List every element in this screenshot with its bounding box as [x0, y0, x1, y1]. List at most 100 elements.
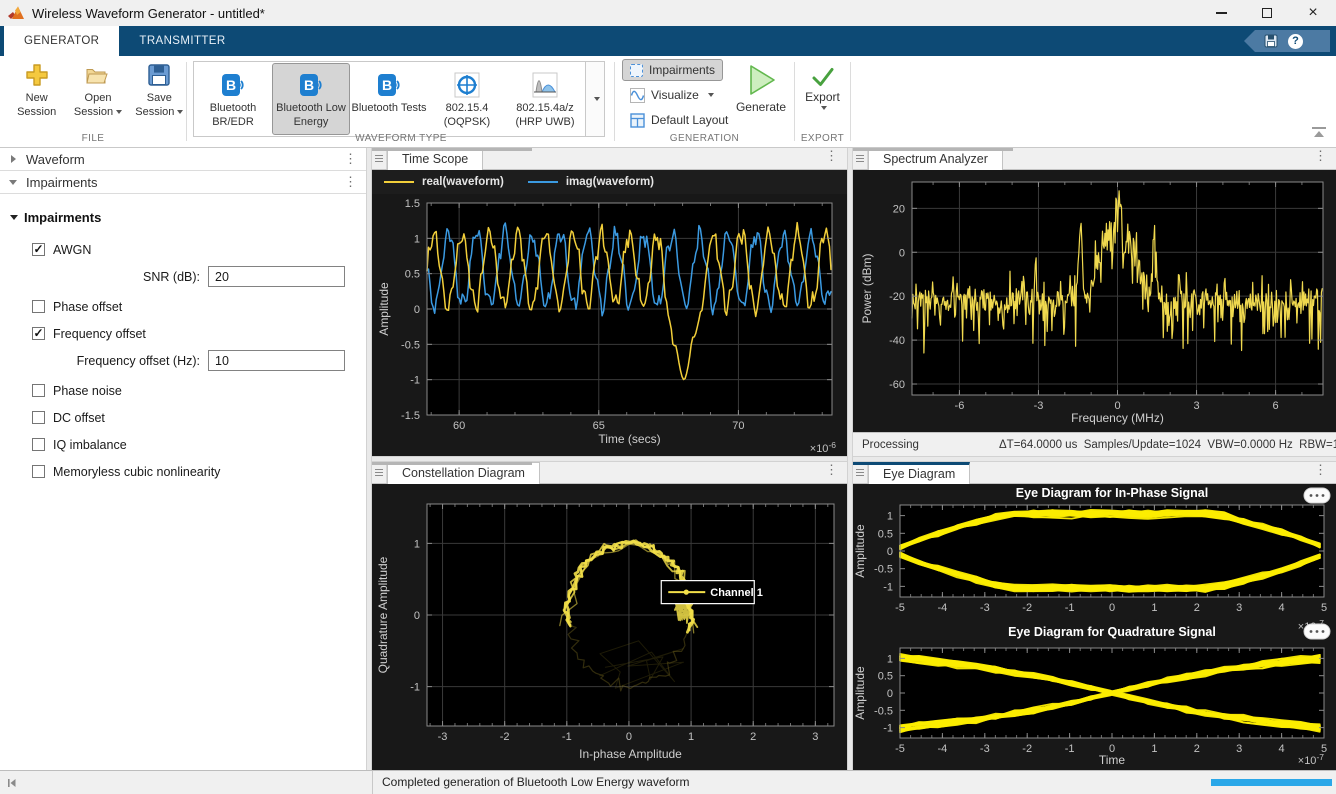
svg-text:5: 5: [1321, 602, 1327, 614]
save-session-label: Save Session: [133, 91, 186, 120]
svg-text:3: 3: [812, 731, 818, 743]
expanded-caret-icon: [9, 180, 17, 185]
waveform-802-15-4az-hrp-uwb[interactable]: 802.15.4a/z (HRP UWB): [506, 63, 584, 135]
title-bar: Wireless Waveform Generator - untitled* …: [0, 0, 1336, 26]
svg-text:-1: -1: [1065, 743, 1075, 755]
eye-diagram-tab[interactable]: Eye Diagram: [868, 462, 970, 484]
phase-offset-checkbox[interactable]: [32, 300, 45, 313]
svg-text:Amplitude: Amplitude: [853, 524, 867, 578]
impairments-group-header[interactable]: Impairments: [10, 210, 366, 225]
ribbon-toolbar: New Session Open Session Save Sessi: [0, 56, 1336, 148]
gallery-dropdown-button[interactable]: [585, 62, 604, 136]
svg-text:-1: -1: [410, 682, 420, 694]
panel-handle[interactable]: [372, 462, 387, 483]
panel-handle[interactable]: [853, 148, 868, 169]
time-scope-menu[interactable]: ⋮: [816, 148, 847, 169]
snr-input[interactable]: [208, 266, 345, 287]
impairments-section-header[interactable]: Impairments ⋮: [0, 171, 366, 194]
settings-panel: Waveform ⋮ Impairments ⋮ Impairments AWG…: [0, 148, 366, 770]
frequency-offset-checkbox[interactable]: [32, 327, 45, 340]
phase-noise-checkbox[interactable]: [32, 384, 45, 397]
collapse-icon: [1312, 127, 1326, 129]
panel-drag-strip[interactable]: [853, 148, 1013, 151]
save-session-button[interactable]: Save Session: [133, 62, 186, 120]
visualize-button[interactable]: Visualize: [622, 84, 722, 106]
panel-drag-strip-active[interactable]: [853, 462, 965, 465]
collapse-toolstrip-button[interactable]: [1312, 127, 1326, 137]
time-scope-tabbar: Time Scope ⋮: [372, 148, 847, 170]
handle-icon: [375, 155, 383, 163]
spectrum-tab[interactable]: Spectrum Analyzer: [868, 148, 1003, 170]
impairments-toggle[interactable]: Impairments: [622, 59, 723, 81]
panel-drag-strip[interactable]: [372, 462, 532, 465]
default-layout-icon: [630, 113, 645, 128]
iq-imbalance-checkbox[interactable]: [32, 438, 45, 451]
svg-text:60: 60: [453, 420, 465, 432]
svg-text:-4: -4: [938, 602, 948, 614]
waveform-section-menu[interactable]: ⋮: [335, 151, 366, 167]
svg-text:1: 1: [414, 233, 420, 245]
time-scope-tab[interactable]: Time Scope: [387, 148, 483, 170]
dc-offset-row: DC offset: [32, 410, 366, 425]
new-session-button[interactable]: New Session: [10, 62, 63, 120]
spectrum-menu[interactable]: ⋮: [1305, 148, 1336, 169]
wireless-waveform-generator-window: Wireless Waveform Generator - untitled* …: [0, 0, 1336, 794]
tab-generator[interactable]: GENERATOR: [4, 26, 119, 56]
constellation-tabbar: Constellation Diagram ⋮: [372, 462, 847, 484]
eye-options-button[interactable]: [1304, 624, 1330, 639]
frequency-offset-input[interactable]: [208, 350, 345, 371]
maximize-button[interactable]: [1244, 0, 1290, 26]
frequency-offset-hz-row: Frequency offset (Hz):: [0, 350, 366, 371]
panel-handle[interactable]: [372, 148, 387, 169]
file-section: New Session Open Session Save Sessi: [0, 56, 186, 147]
open-session-button[interactable]: Open Session: [71, 62, 124, 120]
eye-diagram-panel: Eye Diagram ⋮ -5-4-3-2-1012345-1-0.500.5…: [853, 462, 1336, 770]
waveform-bluetooth-tests[interactable]: B Bluetooth Tests: [350, 63, 428, 135]
close-button[interactable]: ×: [1290, 0, 1336, 26]
svg-text:-1: -1: [883, 581, 893, 593]
legend-swatch-real: [384, 181, 414, 184]
memoryless-checkbox[interactable]: [32, 465, 45, 478]
dc-offset-checkbox[interactable]: [32, 411, 45, 424]
phase-noise-row: Phase noise: [32, 383, 366, 398]
center-column: Time Scope ⋮ real(waveform) imag(wavefor…: [372, 148, 847, 770]
impairments-form: Impairments AWGN SNR (dB): Phase offset …: [0, 210, 366, 479]
svg-text:-1: -1: [410, 375, 420, 387]
svg-text:1.5: 1.5: [405, 198, 420, 210]
quick-save-icon[interactable]: [1264, 34, 1278, 48]
impairments-section-menu[interactable]: ⋮: [335, 174, 366, 190]
eye-diagram-plot: -5-4-3-2-1012345-1-0.500.51Eye Diagram f…: [853, 484, 1336, 770]
waveform-bluetooth-low-energy[interactable]: B Bluetooth Low Energy: [272, 63, 350, 135]
save-session-icon: [146, 62, 172, 88]
constellation-tab[interactable]: Constellation Diagram: [387, 462, 540, 484]
default-layout-button[interactable]: Default Layout: [622, 109, 736, 131]
panel-handle[interactable]: [853, 462, 868, 483]
constellation-legend: Channel 1: [661, 581, 763, 604]
help-button[interactable]: ?: [1288, 34, 1303, 49]
svg-text:0: 0: [899, 247, 905, 259]
panel-drag-strip[interactable]: [372, 148, 532, 151]
export-button[interactable]: Export: [795, 56, 850, 110]
eye-options-button[interactable]: [1304, 488, 1330, 503]
eye-menu[interactable]: ⋮: [1305, 462, 1336, 483]
window-controls: ×: [1198, 0, 1336, 26]
waveform-802-15-4-oqpsk[interactable]: 802.15.4 (OQPSK): [428, 63, 506, 135]
spectrum-status-bar: Processing ΔT=64.0000 us Samples/Update=…: [853, 432, 1336, 456]
generate-button[interactable]: Generate: [731, 62, 791, 114]
constellation-body: -3-2-10123-101Channel 1Quadrature Amplit…: [372, 484, 847, 770]
collapse-panel-icon[interactable]: [6, 777, 18, 789]
svg-text:Amplitude: Amplitude: [853, 666, 867, 720]
waveform-section-header[interactable]: Waveform ⋮: [0, 148, 366, 171]
legend-swatch-imag: [528, 181, 558, 184]
snr-row: SNR (dB):: [0, 266, 366, 287]
awgn-checkbox[interactable]: [32, 243, 45, 256]
waveform-bluetooth-bredr[interactable]: B Bluetooth BR/EDR: [194, 63, 272, 135]
time-scope-legend: real(waveform) imag(waveform): [372, 170, 847, 194]
svg-text:-1: -1: [562, 731, 572, 743]
constellation-menu[interactable]: ⋮: [816, 462, 847, 483]
minimize-button[interactable]: [1198, 0, 1244, 26]
spectrum-body: -6-3036-60-40-20020Power (dBm)Frequency …: [853, 170, 1336, 456]
bluetooth-icon: B: [376, 72, 402, 98]
tab-transmitter[interactable]: TRANSMITTER: [119, 26, 245, 56]
open-folder-icon: [85, 62, 111, 88]
